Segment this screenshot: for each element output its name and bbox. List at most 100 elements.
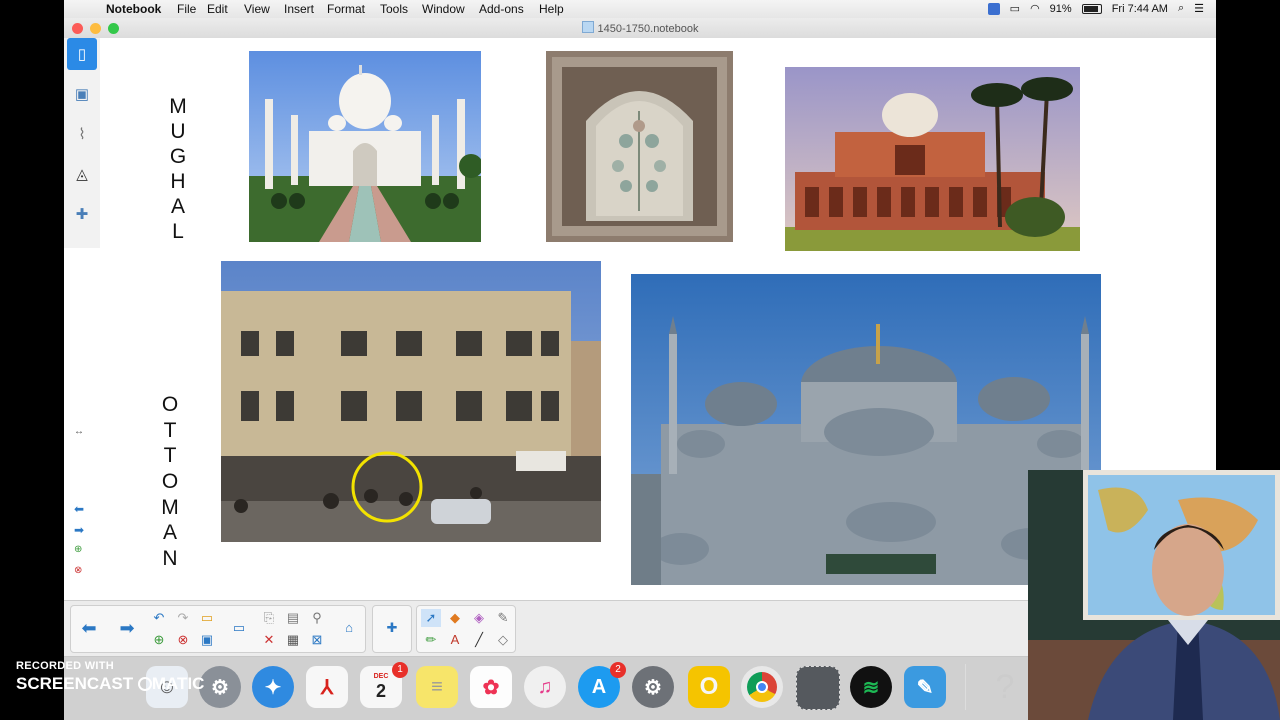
text-tool-icon[interactable]: A [445, 631, 465, 649]
screenshot-tool-icon[interactable] [796, 666, 840, 710]
add-page-icon[interactable]: ⊕ [149, 631, 169, 649]
add-ons-icon[interactable]: ✚ [67, 198, 97, 230]
acrobat-icon[interactable]: ⅄ [306, 666, 348, 708]
calendar-badge: 1 [392, 662, 408, 678]
undo-icon[interactable]: ↶ [149, 609, 169, 627]
notes-icon[interactable]: ≡ [416, 666, 458, 708]
redo-icon[interactable]: ↷ [173, 609, 193, 627]
next-page-icon[interactable]: ➡ [117, 619, 137, 637]
add-page-side-icon[interactable]: ⊕ [74, 544, 82, 555]
wifi-icon[interactable]: ◠ [1030, 2, 1040, 15]
ottoman-building-photo[interactable] [221, 261, 601, 542]
page-sorter-icon[interactable]: ▯ [67, 38, 97, 70]
open-file-icon[interactable]: ▭ [197, 609, 217, 627]
spotify-icon[interactable]: ≋ [850, 666, 892, 708]
pens-tool-icon[interactable]: ✏ [421, 631, 441, 649]
save-icon[interactable]: ▣ [197, 631, 217, 649]
select-tool-icon[interactable]: ➚ [421, 609, 441, 627]
app-name[interactable]: Notebook [106, 2, 161, 16]
ottoman-letter: A [162, 521, 177, 544]
eraser-tool-icon[interactable]: ◈ [469, 609, 489, 627]
menu-bar: Notebook File Edit View Insert Format To… [64, 0, 1216, 19]
calendar-month: DEC [373, 673, 389, 680]
line-tool-icon[interactable]: ╱ [469, 631, 489, 649]
chrome-icon[interactable] [741, 666, 783, 708]
expand-panel-icon[interactable]: ↔ [74, 426, 84, 437]
menu-tools[interactable]: Tools [380, 2, 408, 16]
toolbar-group-navigation: ⬅ ➡ ↶ ↷ ▭ ⊕ ⊗ ▣ ▭ ⎘ ▤ ⚲ ✕ ▦ ⊠ ⌂ [70, 605, 366, 653]
photos-icon[interactable]: ✿ [470, 666, 512, 708]
spotlight-search-icon[interactable]: ⌕ [1178, 2, 1184, 15]
calendar-day: 2 [375, 681, 386, 701]
battery-percent: 91% [1049, 2, 1072, 15]
table-icon[interactable]: ▦ [283, 631, 303, 649]
toolbar-group-tools: ➚ ◆ ◈ ✎ ✏ A ╱ ◇ [416, 605, 516, 653]
window-title: 1450-1750.notebook [597, 23, 699, 35]
dock-separator [965, 664, 966, 710]
screen-shade-icon[interactable]: ▤ [283, 609, 303, 627]
mughal-letter: A [170, 195, 185, 218]
webcam-overlay [1028, 470, 1280, 720]
safari-icon[interactable]: ✦ [252, 666, 294, 708]
delete-icon[interactable]: ✕ [259, 631, 279, 649]
system-preferences-icon[interactable]: ⚙ [632, 666, 674, 708]
notification-center-icon[interactable]: ☰ [1194, 2, 1204, 15]
airplay-icon[interactable]: ▭ [1010, 2, 1020, 15]
menu-edit[interactable]: Edit [207, 2, 228, 16]
ottoman-letter: M [161, 496, 179, 519]
ottoman-letter: O [161, 470, 179, 493]
title-bar: 1450-1750.notebook [64, 18, 1216, 39]
menu-view[interactable]: View [244, 2, 270, 16]
add-ons-toolbar-icon[interactable]: ✚ [382, 619, 402, 637]
notebook-toolbar: ⬅ ➡ ↶ ↷ ▭ ⊕ ⊗ ▣ ▭ ⎘ ▤ ⚲ ✕ ▦ ⊠ ⌂ ✚ ➚ ◆ ◈ … [64, 600, 1028, 657]
menu-format[interactable]: Format [327, 2, 365, 16]
paste-icon[interactable]: ⎘ [259, 609, 279, 627]
launchpad-icon[interactable]: ⚙ [199, 666, 241, 708]
mughal-letter: G [169, 145, 187, 168]
delete-page-icon[interactable]: ⊗ [173, 631, 193, 649]
watermark-matic: MATIC [151, 674, 205, 693]
attachments-icon[interactable]: ⌇ [67, 118, 97, 150]
clock[interactable]: Fri 7:44 AM [1112, 3, 1168, 15]
mughal-letter: M [169, 95, 187, 118]
toolbar-group-addons: ✚ [372, 605, 412, 653]
ottoman-letter: O [161, 393, 179, 416]
shapes-tool-icon[interactable]: ◆ [445, 609, 465, 627]
menu-insert[interactable]: Insert [284, 2, 314, 16]
menu-add-ons[interactable]: Add-ons [479, 2, 524, 16]
ottoman-letter: T [163, 444, 177, 467]
ottoman-letter: T [163, 419, 177, 442]
screencast-status-icon[interactable] [987, 2, 1000, 15]
magic-pen-icon[interactable]: ✎ [493, 609, 513, 627]
carved-panel-photo[interactable] [546, 51, 733, 242]
document-icon [581, 21, 594, 33]
next-page-side-icon[interactable]: ➡ [74, 523, 84, 537]
draw-app-icon[interactable]: ✎ [904, 666, 946, 708]
delete-page-side-icon[interactable]: ⊗ [74, 565, 82, 576]
zoom-icon[interactable]: ⚲ [307, 609, 327, 627]
gallery-icon[interactable]: ▣ [67, 78, 97, 110]
unknown-app-icon[interactable]: ? [984, 666, 1026, 708]
properties-icon[interactable]: ◬ [67, 158, 97, 190]
menu-file[interactable]: File [177, 2, 196, 16]
menu-window[interactable]: Window [422, 2, 465, 16]
mughal-letter: L [172, 220, 184, 243]
screen-display-icon[interactable]: ▭ [229, 619, 249, 637]
side-tab-panel: ▯ ▣ ⌇ ◬ ✚ [64, 38, 101, 248]
notebook-app-icon[interactable]: O [688, 666, 730, 708]
previous-page-icon[interactable]: ⬅ [79, 619, 99, 637]
document-camera-icon[interactable]: ⌂ [339, 619, 359, 637]
humayun-tomb-photo[interactable] [785, 67, 1080, 251]
mughal-letter: H [170, 170, 186, 193]
fill-tool-icon[interactable]: ◇ [493, 631, 513, 649]
battery-icon[interactable] [1081, 3, 1102, 14]
previous-page-side-icon[interactable]: ⬅ [74, 502, 84, 516]
screencast-logo-icon [137, 677, 152, 691]
ottoman-letter: N [162, 547, 178, 570]
app-store-badge: 2 [610, 662, 626, 678]
left-black-bar [0, 0, 64, 720]
itunes-icon[interactable]: ♫ [524, 666, 566, 708]
taj-mahal-photo[interactable] [249, 51, 481, 242]
full-screen-icon[interactable]: ⊠ [307, 631, 327, 649]
menu-help[interactable]: Help [539, 2, 564, 16]
